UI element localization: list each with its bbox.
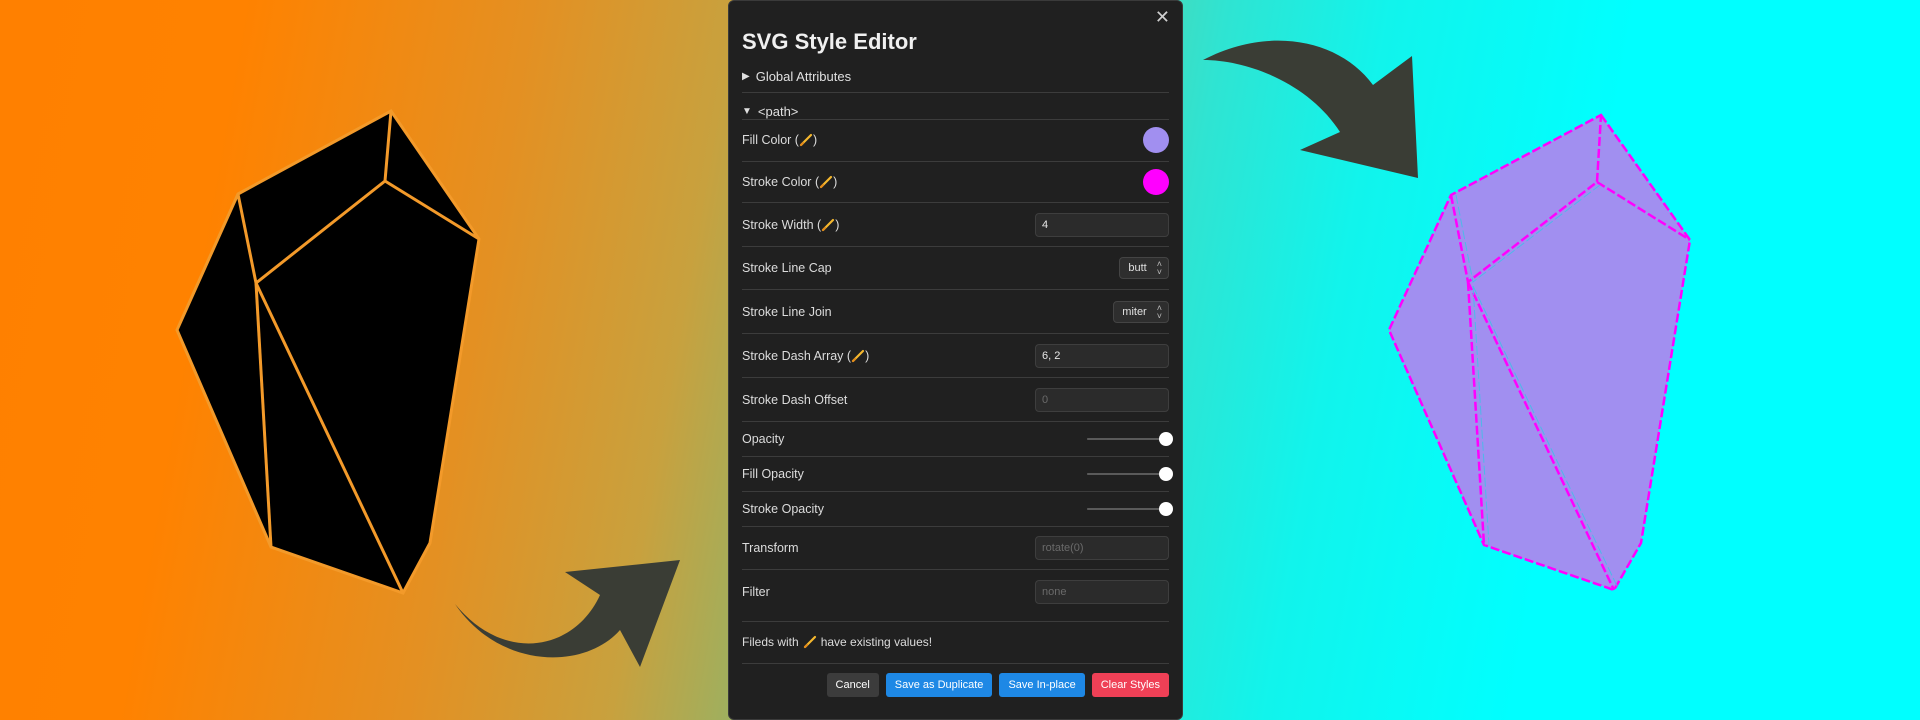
save-as-duplicate-button[interactable]: Save as Duplicate (885, 673, 993, 697)
stroke-color-row: Stroke Color ( ) (742, 165, 1169, 199)
divider (742, 202, 1169, 203)
pencil-icon (851, 349, 865, 363)
cancel-button[interactable]: Cancel (826, 673, 879, 697)
arrow-to-editor-icon (455, 560, 680, 667)
stroke-line-join-row: Stroke Line Join miter ˄ ˅ (742, 298, 1169, 326)
stroke-line-join-label: Stroke Line Join (742, 305, 832, 319)
divider (742, 246, 1169, 247)
stroke-dash-array-input[interactable] (1035, 344, 1169, 368)
chevron-updown-icon: ˄ ˅ (1156, 259, 1162, 277)
caret-right-icon: ▶ (742, 71, 750, 82)
stroke-line-cap-row: Stroke Line Cap butt ˄ ˅ (742, 254, 1169, 282)
divider (742, 421, 1169, 422)
slider-knob[interactable] (1159, 502, 1173, 516)
stroke-opacity-row: Stroke Opacity (742, 498, 1173, 520)
stroke-dash-offset-row: Stroke Dash Offset (742, 385, 1169, 415)
pencil-icon (819, 175, 833, 189)
stroke-line-cap-label: Stroke Line Cap (742, 261, 832, 275)
action-buttons: Cancel Save as Duplicate Save In-place C… (826, 673, 1169, 697)
slider-knob[interactable] (1159, 432, 1173, 446)
divider (742, 526, 1169, 527)
divider (742, 569, 1169, 570)
divider (742, 491, 1169, 492)
stroke-line-cap-select[interactable]: butt ˄ ˅ (1119, 257, 1169, 279)
transform-label: Transform (742, 541, 799, 555)
stroke-dash-array-row: Stroke Dash Array ( ) (742, 341, 1169, 371)
arrow-to-result-icon (1203, 40, 1418, 178)
global-attributes-label: Global Attributes (755, 69, 852, 84)
fill-color-swatch[interactable] (1143, 127, 1169, 153)
stroke-line-join-select[interactable]: miter ˄ ˅ (1113, 301, 1169, 323)
fill-opacity-slider[interactable] (1087, 467, 1173, 481)
clear-styles-button[interactable]: Clear Styles (1091, 673, 1169, 697)
path-section-label: <path> (757, 104, 799, 119)
filter-row: Filter (742, 577, 1169, 607)
stroke-opacity-label: Stroke Opacity (742, 502, 824, 516)
stroke-width-row: Stroke Width ( ) (742, 210, 1169, 240)
existing-values-note: Fileds with have existing values! (742, 635, 933, 649)
svg-style-editor-dialog: ✕ SVG Style Editor ▶ Global Attributes ▼… (728, 0, 1183, 720)
stroke-width-label: Stroke Width ( ) (742, 218, 840, 232)
divider (742, 456, 1169, 457)
slider-knob[interactable] (1159, 467, 1173, 481)
original-crystal-shape (175, 109, 481, 595)
opacity-row: Opacity (742, 428, 1173, 450)
divider (742, 119, 1169, 120)
divider (742, 161, 1169, 162)
stroke-dash-offset-input[interactable] (1035, 388, 1169, 412)
global-attributes-toggle[interactable]: ▶ Global Attributes (742, 69, 851, 84)
divider (742, 289, 1169, 290)
transform-row: Transform (742, 533, 1169, 563)
pencil-icon (821, 218, 835, 232)
filter-input[interactable] (1035, 580, 1169, 604)
fill-opacity-row: Fill Opacity (742, 463, 1173, 485)
fill-opacity-label: Fill Opacity (742, 467, 804, 481)
filter-label: Filter (742, 585, 770, 599)
caret-down-icon: ▼ (742, 106, 752, 117)
stroke-dash-offset-label: Stroke Dash Offset (742, 393, 848, 407)
styled-crystal-shape (1387, 113, 1692, 592)
fill-color-row: Fill Color ( ) (742, 123, 1169, 157)
opacity-label: Opacity (742, 432, 785, 446)
divider (742, 663, 1169, 664)
stroke-dash-array-label: Stroke Dash Array ( ) (742, 349, 870, 363)
pencil-icon (799, 133, 813, 147)
fill-color-label: Fill Color ( ) (742, 133, 818, 147)
opacity-slider[interactable] (1087, 432, 1173, 446)
divider (742, 621, 1169, 622)
pencil-icon (803, 635, 817, 649)
stroke-width-input[interactable] (1035, 213, 1169, 237)
dialog-title: SVG Style Editor (742, 29, 917, 54)
close-icon[interactable]: ✕ (1155, 7, 1170, 27)
save-in-place-button[interactable]: Save In-place (999, 673, 1085, 697)
divider (742, 92, 1169, 93)
stroke-color-swatch[interactable] (1143, 169, 1169, 195)
path-section-toggle[interactable]: ▼ <path> (742, 104, 798, 119)
transform-input[interactable] (1035, 536, 1169, 560)
divider (742, 333, 1169, 334)
stroke-opacity-slider[interactable] (1087, 502, 1173, 516)
stroke-color-label: Stroke Color ( ) (742, 175, 838, 189)
chevron-updown-icon: ˄ ˅ (1156, 303, 1162, 321)
divider (742, 377, 1169, 378)
